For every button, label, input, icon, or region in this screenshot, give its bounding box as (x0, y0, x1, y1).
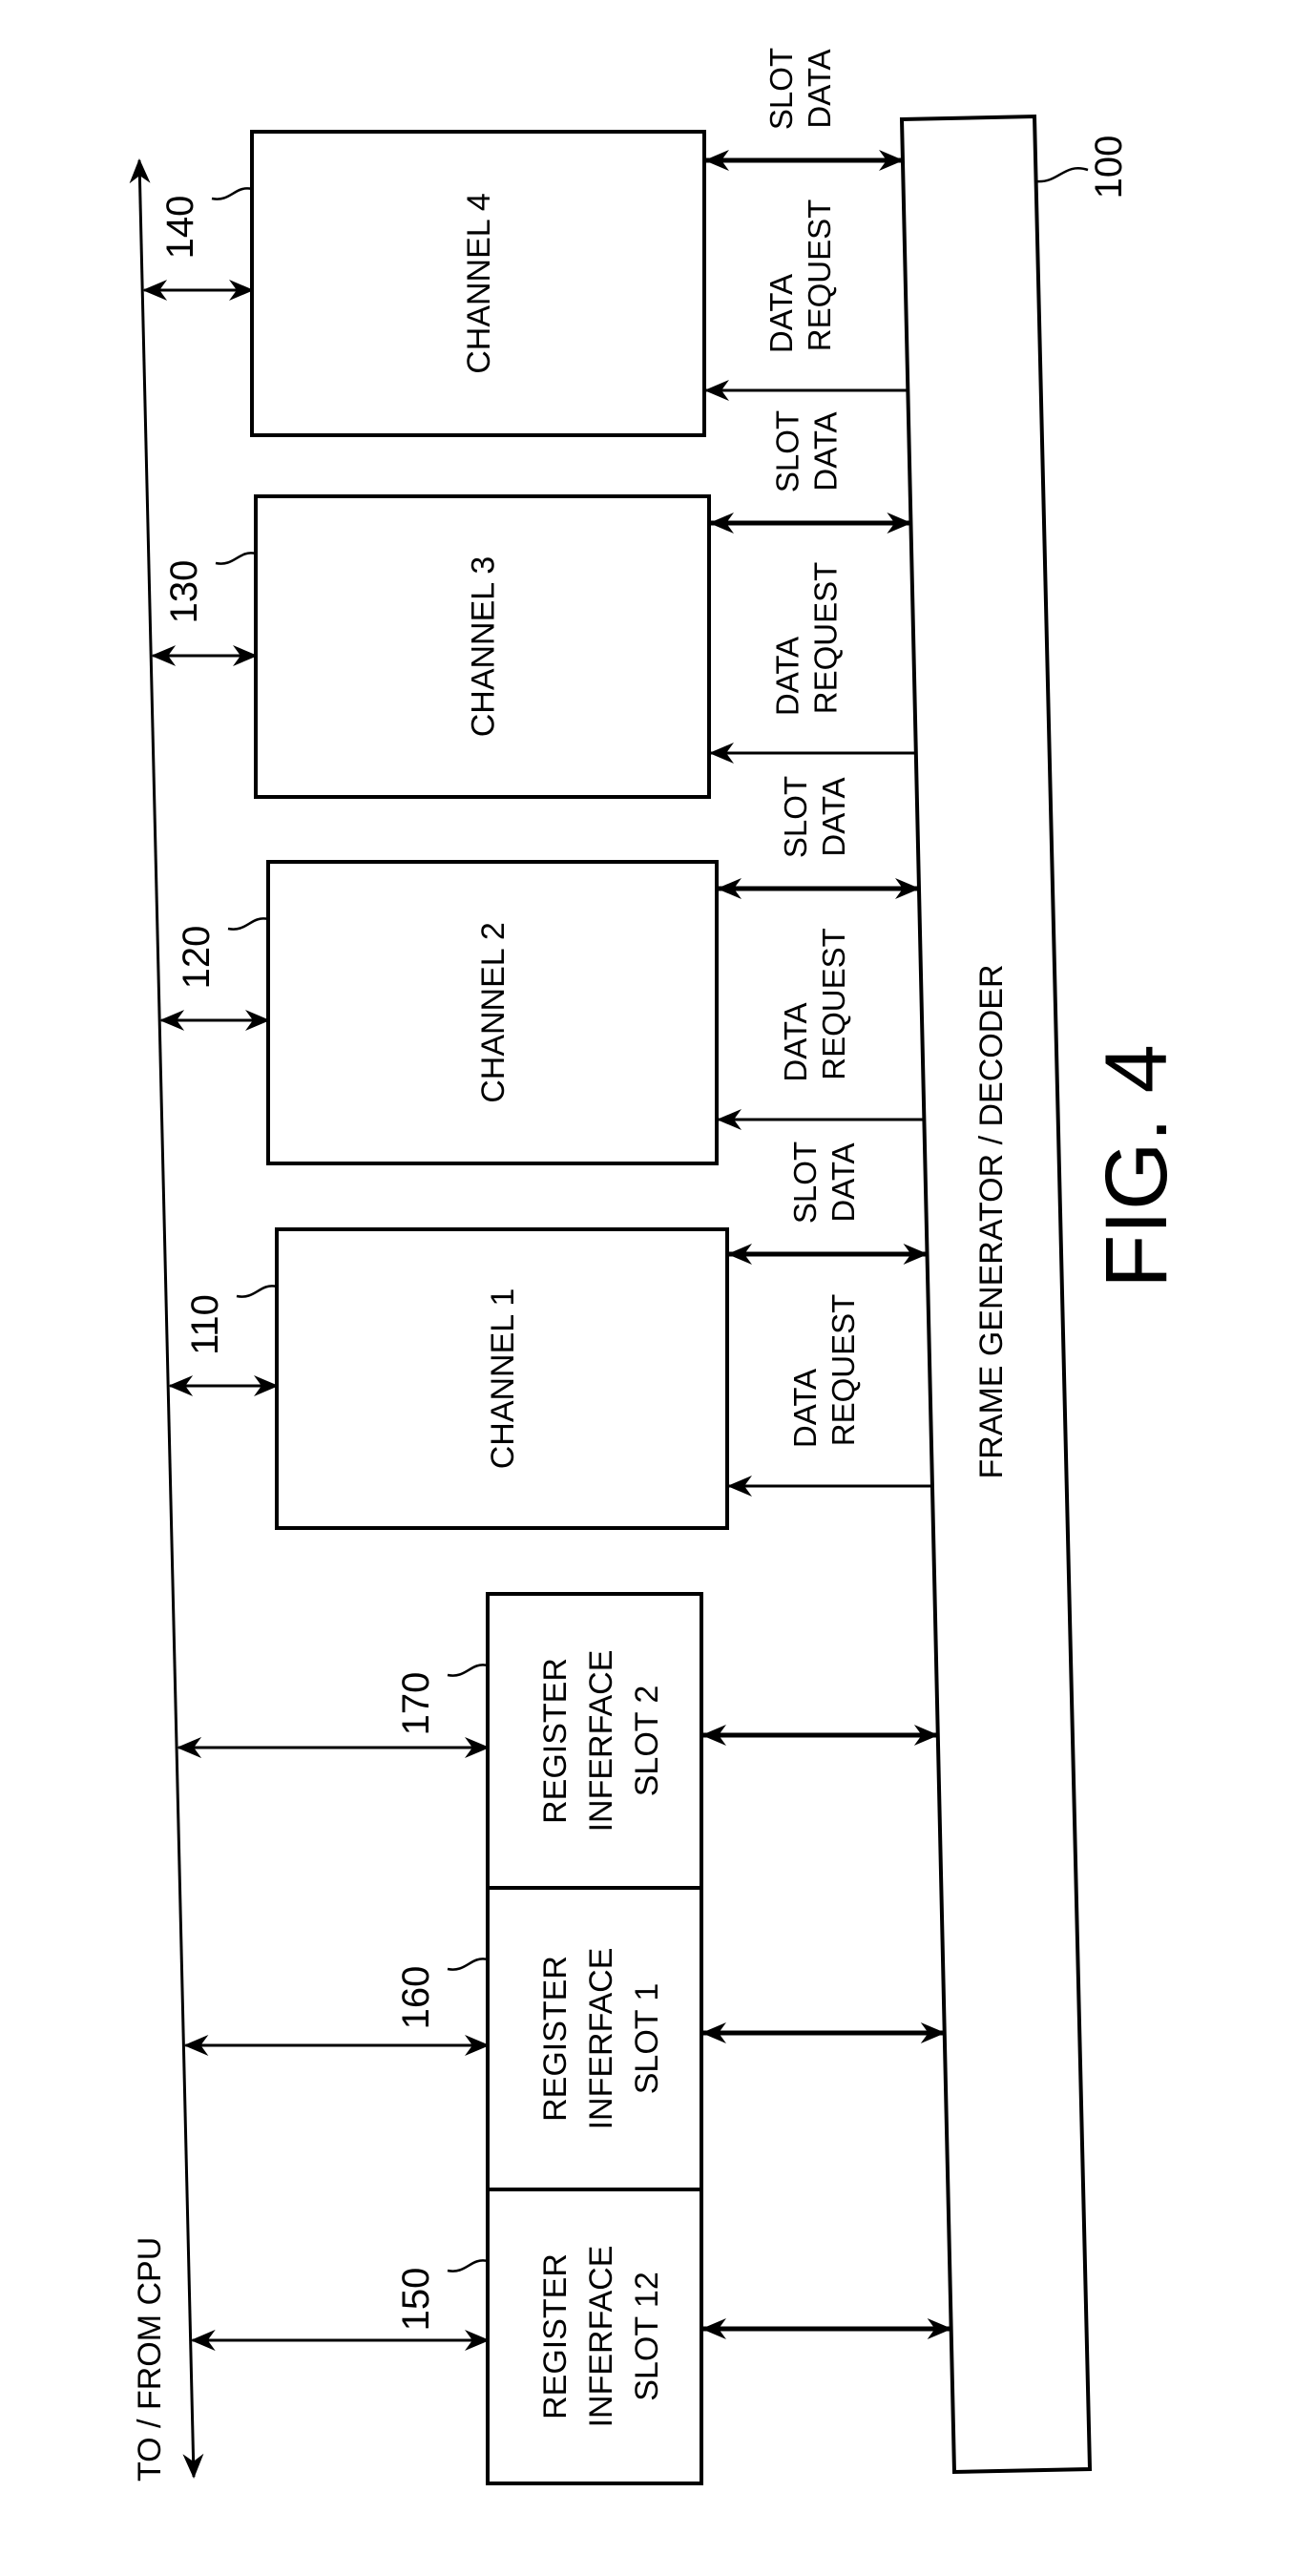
frame-generator-label: FRAME GENERATOR / DECODER (973, 964, 1010, 1478)
register-interface-label-line: REGISTER (537, 2253, 574, 2419)
register-interface-block-150: REGISTER INFERFACE SLOT 12 150 (190, 2188, 952, 2485)
register-interface-blocks: REGISTER INFERFACE SLOT 2170REGISTER INFERF… (177, 1592, 952, 2485)
frame-generator-decoder-block: FRAME GENERATOR / DECODER 100 (899, 114, 1130, 2475)
register-interface-label-line: SLOT 2 (629, 1686, 665, 1797)
ref-leader (447, 2259, 489, 2272)
ref-leader (215, 552, 257, 565)
channel-block-4: CHANNEL 4140SLOT DATADATA REQUEST (142, 48, 909, 437)
channel-block-3: CHANNEL 3130SLOT DATADATA REQUEST (151, 410, 916, 799)
register-interface-label-line: INFERFACE (583, 2246, 619, 2428)
ref-label: 120 (176, 926, 218, 990)
register-interface-label-line: INFERFACE (583, 1948, 619, 2130)
ref-label: 150 (395, 2268, 437, 2332)
data-request-label-line1: DATA (787, 1369, 823, 1448)
channel-label: CHANNEL 3 (466, 556, 502, 738)
data-request-label-line1: DATA (763, 274, 799, 353)
fig-4-block-diagram: TO / FROM CPU FRAME GENERATOR / DECODER … (129, 48, 1185, 2485)
ref-leader-100 (1035, 167, 1089, 183)
ref-label: 130 (163, 560, 205, 624)
register-interface-label-line: SLOT 12 (629, 2272, 665, 2400)
slot-data-label-line2: DATA (825, 1142, 861, 1222)
register-interface-label-line: INFERFACE (583, 1650, 619, 1833)
ref-label: 160 (395, 1966, 437, 2030)
data-request-label-line2: REQUEST (816, 928, 851, 1080)
channel-label: CHANNEL 4 (461, 193, 497, 374)
ref-leader (236, 1285, 278, 1298)
ref-label: 170 (395, 1672, 437, 1736)
channel-label: CHANNEL 2 (475, 922, 512, 1103)
slot-data-label-line2: DATA (808, 411, 844, 491)
channel-blocks: CHANNEL 4140SLOT DATADATA REQUESTCHANNEL 3… (142, 48, 932, 1530)
register-interface-label-line: SLOT 1 (629, 1983, 665, 2095)
channel-label: CHANNEL 1 (485, 1288, 521, 1470)
ref-leader (227, 917, 269, 931)
ref-label: 140 (159, 196, 201, 260)
figure-title: FIG. 4 (1088, 1044, 1185, 1288)
data-request-label-line2: REQUEST (808, 562, 844, 715)
slot-data-label-line1: SLOT (778, 776, 813, 858)
register-interface-block-160: REGISTER INFERFACE SLOT 1 160 (183, 1886, 946, 2191)
slot-data-label-line1: SLOT (763, 48, 799, 130)
ref-label: 110 (184, 1294, 226, 1355)
cpu-bus-label: TO / FROM CPU (132, 2237, 168, 2482)
ref-label-100: 100 (1088, 136, 1130, 199)
channel-block-2: CHANNEL 2120SLOT DATADATA REQUEST (159, 776, 925, 1165)
slot-data-label-line1: SLOT (770, 410, 805, 492)
register-interface-block-170: REGISTER INFERFACE SLOT 2 170 (177, 1592, 939, 1890)
slot-data-label-line2: DATA (802, 49, 837, 128)
data-request-label-line2: REQUEST (802, 199, 837, 352)
data-request-label-line1: DATA (778, 1002, 813, 1081)
data-request-label-line1: DATA (770, 637, 805, 716)
ref-leader (211, 187, 253, 200)
ref-leader (447, 1664, 489, 1677)
slot-data-label-line1: SLOT (787, 1141, 823, 1224)
channel-block-1: CHANNEL 1110SLOT DATADATA REQUEST (168, 1141, 932, 1530)
register-interface-label-line: REGISTER (537, 1956, 574, 2122)
slot-data-label-line2: DATA (816, 777, 851, 856)
register-interface-label-line: REGISTER (537, 1658, 574, 1824)
data-request-label-line2: REQUEST (825, 1294, 861, 1447)
ref-leader (447, 1958, 489, 1971)
